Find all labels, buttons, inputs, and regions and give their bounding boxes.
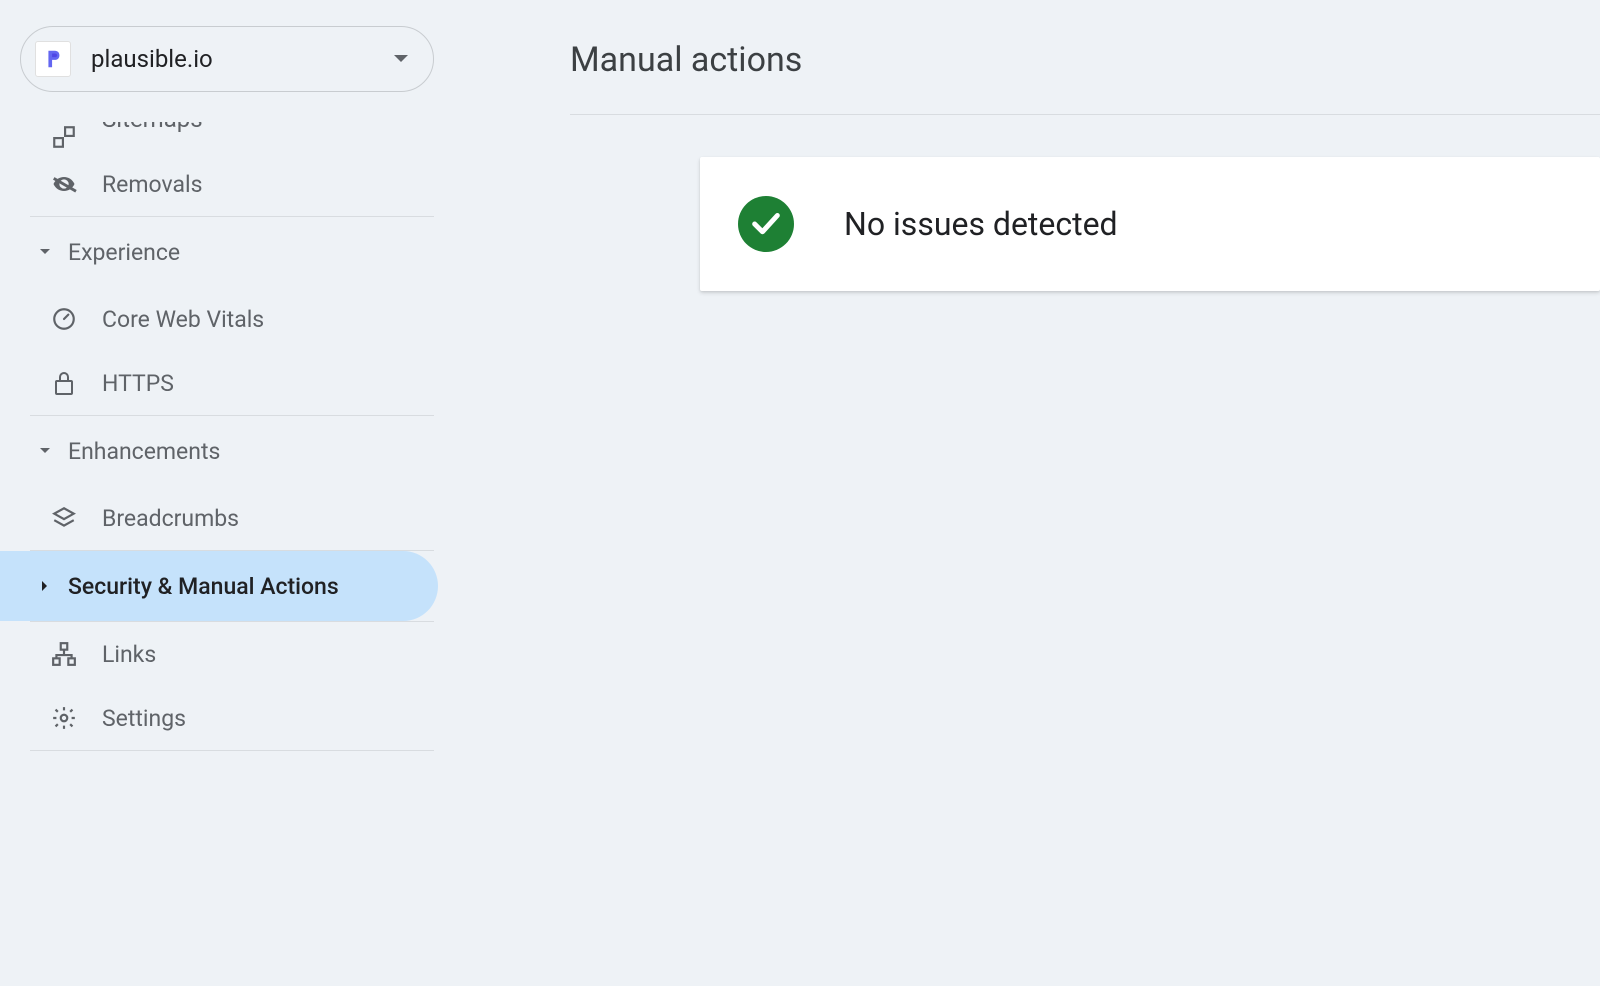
chevron-down-icon xyxy=(38,447,52,455)
status-message: No issues detected xyxy=(844,205,1118,243)
gear-icon xyxy=(50,704,78,732)
sidebar-item-breadcrumbs[interactable]: Breadcrumbs xyxy=(0,486,460,550)
layers-icon xyxy=(50,504,78,532)
sidebar-item-core-web-vitals[interactable]: Core Web Vitals xyxy=(0,287,460,351)
sidebar-item-label: HTTPS xyxy=(102,370,174,397)
sidebar-item-links[interactable]: Links xyxy=(0,622,460,686)
chevron-down-icon xyxy=(38,248,52,256)
sidebar-item-label: Removals xyxy=(102,171,202,198)
page-title: Manual actions xyxy=(570,40,1600,114)
sidebar-section-enhancements[interactable]: Enhancements xyxy=(0,416,460,486)
favicon-icon xyxy=(35,41,71,77)
main-content: Manual actions No issues detected xyxy=(460,0,1600,986)
visibility-off-icon xyxy=(50,170,78,198)
sidebar-item-removals[interactable]: Removals xyxy=(0,152,460,216)
chevron-right-icon xyxy=(38,580,52,592)
sitemap-icon xyxy=(50,123,78,151)
sidebar-section-label: Experience xyxy=(68,239,180,266)
property-name: plausible.io xyxy=(91,45,393,73)
sidebar-section-label: Enhancements xyxy=(68,438,220,465)
sidebar-item-sitemaps[interactable]: Sitemaps xyxy=(0,122,460,152)
lock-icon xyxy=(50,369,78,397)
sidebar-item-label: Sitemaps xyxy=(102,122,203,133)
sidebar-item-label: Links xyxy=(102,641,156,668)
sidebar-item-https[interactable]: HTTPS xyxy=(0,351,460,415)
chevron-down-icon xyxy=(393,54,409,64)
checkmark-icon xyxy=(738,196,794,252)
sidebar: plausible.io Sitemaps Removals Experienc… xyxy=(0,0,460,986)
sidebar-section-experience[interactable]: Experience xyxy=(0,217,460,287)
status-card: No issues detected xyxy=(700,157,1600,291)
speed-icon xyxy=(50,305,78,333)
sidebar-item-settings[interactable]: Settings xyxy=(0,686,460,750)
sidebar-item-label: Core Web Vitals xyxy=(102,306,264,333)
divider xyxy=(570,114,1600,115)
sidebar-section-label: Security & Manual Actions xyxy=(68,573,339,600)
sidebar-item-label: Settings xyxy=(102,705,186,732)
property-selector[interactable]: plausible.io xyxy=(20,26,434,92)
sidebar-section-security[interactable]: Security & Manual Actions xyxy=(0,551,438,621)
sitemap-tree-icon xyxy=(50,640,78,668)
sidebar-item-label: Breadcrumbs xyxy=(102,505,239,532)
divider xyxy=(30,750,434,751)
